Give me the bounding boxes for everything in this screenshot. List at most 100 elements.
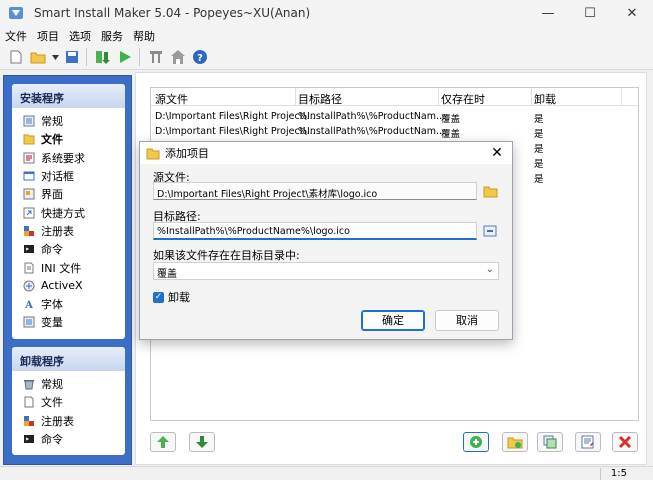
dialog-icon xyxy=(22,169,36,183)
delete-icon xyxy=(618,435,632,449)
ini-file-icon xyxy=(22,261,36,275)
column-divider[interactable] xyxy=(438,88,439,106)
minimize-button[interactable]: — xyxy=(527,0,569,26)
activex-icon xyxy=(22,279,36,293)
open-dropdown-button[interactable] xyxy=(50,47,60,67)
command-icon xyxy=(22,432,36,446)
nav-label: INI 文件 xyxy=(41,261,82,275)
nav-install-commands[interactable]: 命令 xyxy=(22,240,125,258)
nav-label: 快捷方式 xyxy=(41,206,85,220)
column-target[interactable]: 目标路径 xyxy=(298,91,342,107)
cell-uninstall: 是 xyxy=(534,129,544,140)
nav-install-fonts[interactable]: A 字体 xyxy=(22,295,125,313)
nav-install-interface[interactable]: 界面 xyxy=(22,185,125,203)
window-title: Smart Install Maker 5.04 - Popeyes~XU(An… xyxy=(34,6,311,20)
nav-install-shortcuts[interactable]: 快捷方式 xyxy=(22,203,125,221)
status-divider xyxy=(600,468,601,480)
nav-uninstall-files[interactable]: 文件 xyxy=(22,393,125,411)
column-source[interactable]: 源文件 xyxy=(155,91,188,107)
nav-install-files[interactable]: 文件 xyxy=(22,130,125,148)
home-icon xyxy=(171,50,185,64)
command-icon xyxy=(22,242,36,256)
save-button[interactable] xyxy=(62,47,82,67)
chevron-down-icon xyxy=(51,54,59,60)
settings-button[interactable] xyxy=(146,47,166,67)
cell-only-exists: 覆盖 xyxy=(441,129,461,140)
toolbar-separator xyxy=(139,48,140,66)
nav-install-registry[interactable]: 注册表 xyxy=(22,222,125,240)
help-icon: ? xyxy=(193,50,207,64)
menu-service[interactable]: 服务 xyxy=(96,28,128,44)
add-folder-button[interactable] xyxy=(502,432,528,452)
add-file-button[interactable] xyxy=(463,432,489,452)
help-button[interactable]: ? xyxy=(190,47,210,67)
edit-button[interactable] xyxy=(575,432,601,452)
cell-source: D:\Important Files\Right Project\... xyxy=(155,126,316,137)
compile-button[interactable] xyxy=(93,47,113,67)
move-down-button[interactable] xyxy=(189,432,215,452)
variable-picker-icon xyxy=(483,225,497,237)
nav-install-ini[interactable]: INI 文件 xyxy=(22,258,125,276)
table-row[interactable]: D:\Important Files\Right Project\... %In… xyxy=(151,125,638,140)
nav-install-activex[interactable]: ActiveX xyxy=(22,277,125,295)
cell-uninstall: 是 xyxy=(534,159,544,170)
menu-help[interactable]: 帮助 xyxy=(128,28,160,44)
table-row[interactable]: D:\Important Files\Right Project\... %In… xyxy=(151,110,638,125)
requirements-icon xyxy=(22,151,36,165)
run-button[interactable] xyxy=(115,47,135,67)
sidebar: 安装程序 常规 文件 系统要求 对话框 界面 快捷方式 注册表 命令 INI 文… xyxy=(3,75,132,465)
nav-uninstall-registry[interactable]: 注册表 xyxy=(22,412,125,430)
play-icon xyxy=(120,51,131,63)
menu-project[interactable]: 项目 xyxy=(32,28,64,44)
nav-install-general[interactable]: 常规 xyxy=(22,112,125,130)
uninstall-checkbox[interactable]: ✓ 卸载 xyxy=(153,289,190,305)
add-folder-icon xyxy=(507,437,523,449)
move-up-button[interactable] xyxy=(150,432,176,452)
ok-button[interactable]: 确定 xyxy=(361,310,425,331)
save-icon xyxy=(66,51,78,63)
column-only-exists[interactable]: 仅存在时 xyxy=(441,91,485,107)
cell-source: D:\Important Files\Right Project\... xyxy=(155,111,316,122)
folder-browse-icon xyxy=(483,186,497,197)
nav-label: 命令 xyxy=(41,243,63,257)
target-picker-button[interactable] xyxy=(482,223,498,239)
nav-uninstall-general[interactable]: 常规 xyxy=(22,375,125,393)
title-bar: Smart Install Maker 5.04 - Popeyes~XU(An… xyxy=(0,0,653,26)
duplicate-button[interactable] xyxy=(537,432,563,452)
menu-bar: 文件 项目 选项 服务 帮助 xyxy=(0,26,653,45)
menu-file[interactable]: 文件 xyxy=(0,28,32,44)
dialog-close-button[interactable]: ✕ xyxy=(488,144,506,162)
nav-label: 字体 xyxy=(41,298,63,312)
close-button[interactable]: ✕ xyxy=(611,0,653,26)
toolbar-separator xyxy=(86,48,87,66)
maximize-button[interactable]: ☐ xyxy=(569,0,611,26)
nav-uninstall-commands[interactable]: 命令 xyxy=(22,430,125,448)
nav-label: ActiveX xyxy=(41,279,83,293)
delete-button[interactable] xyxy=(612,432,638,452)
add-icon xyxy=(470,436,482,448)
cancel-button[interactable]: 取消 xyxy=(435,310,499,331)
app-icon xyxy=(9,7,23,19)
exists-select[interactable]: 覆盖 ⌄ xyxy=(153,262,499,280)
column-divider[interactable] xyxy=(621,88,622,106)
column-divider[interactable] xyxy=(531,88,532,106)
source-field[interactable]: D:\Important Files\Right Project\素材库\log… xyxy=(153,182,477,200)
column-uninstall[interactable]: 卸载 xyxy=(534,91,556,107)
nav-label: 注册表 xyxy=(41,414,74,428)
file-list-header: 源文件 目标路径 仅存在时 卸载 xyxy=(151,88,638,106)
browse-source-button[interactable] xyxy=(482,183,498,199)
target-field[interactable]: %InstallPath%\%ProductName%\logo.ico xyxy=(153,222,477,240)
open-folder-button[interactable] xyxy=(28,47,48,67)
column-divider[interactable] xyxy=(295,88,296,106)
folder-icon xyxy=(30,52,46,64)
install-panel: 安装程序 常规 文件 系统要求 对话框 界面 快捷方式 注册表 命令 INI 文… xyxy=(12,84,125,339)
home-button[interactable] xyxy=(168,47,188,67)
nav-install-variables[interactable]: 变量 xyxy=(22,313,125,331)
cell-target: %InstallPath%\%ProductNam... xyxy=(298,126,446,137)
nav-install-dialogs[interactable]: 对话框 xyxy=(22,167,125,185)
new-file-button[interactable] xyxy=(6,47,26,67)
menu-options[interactable]: 选项 xyxy=(64,28,96,44)
edit-icon xyxy=(581,435,594,449)
cell-target: %InstallPath%\%ProductNam... xyxy=(298,111,446,122)
nav-install-requirements[interactable]: 系统要求 xyxy=(22,149,125,167)
